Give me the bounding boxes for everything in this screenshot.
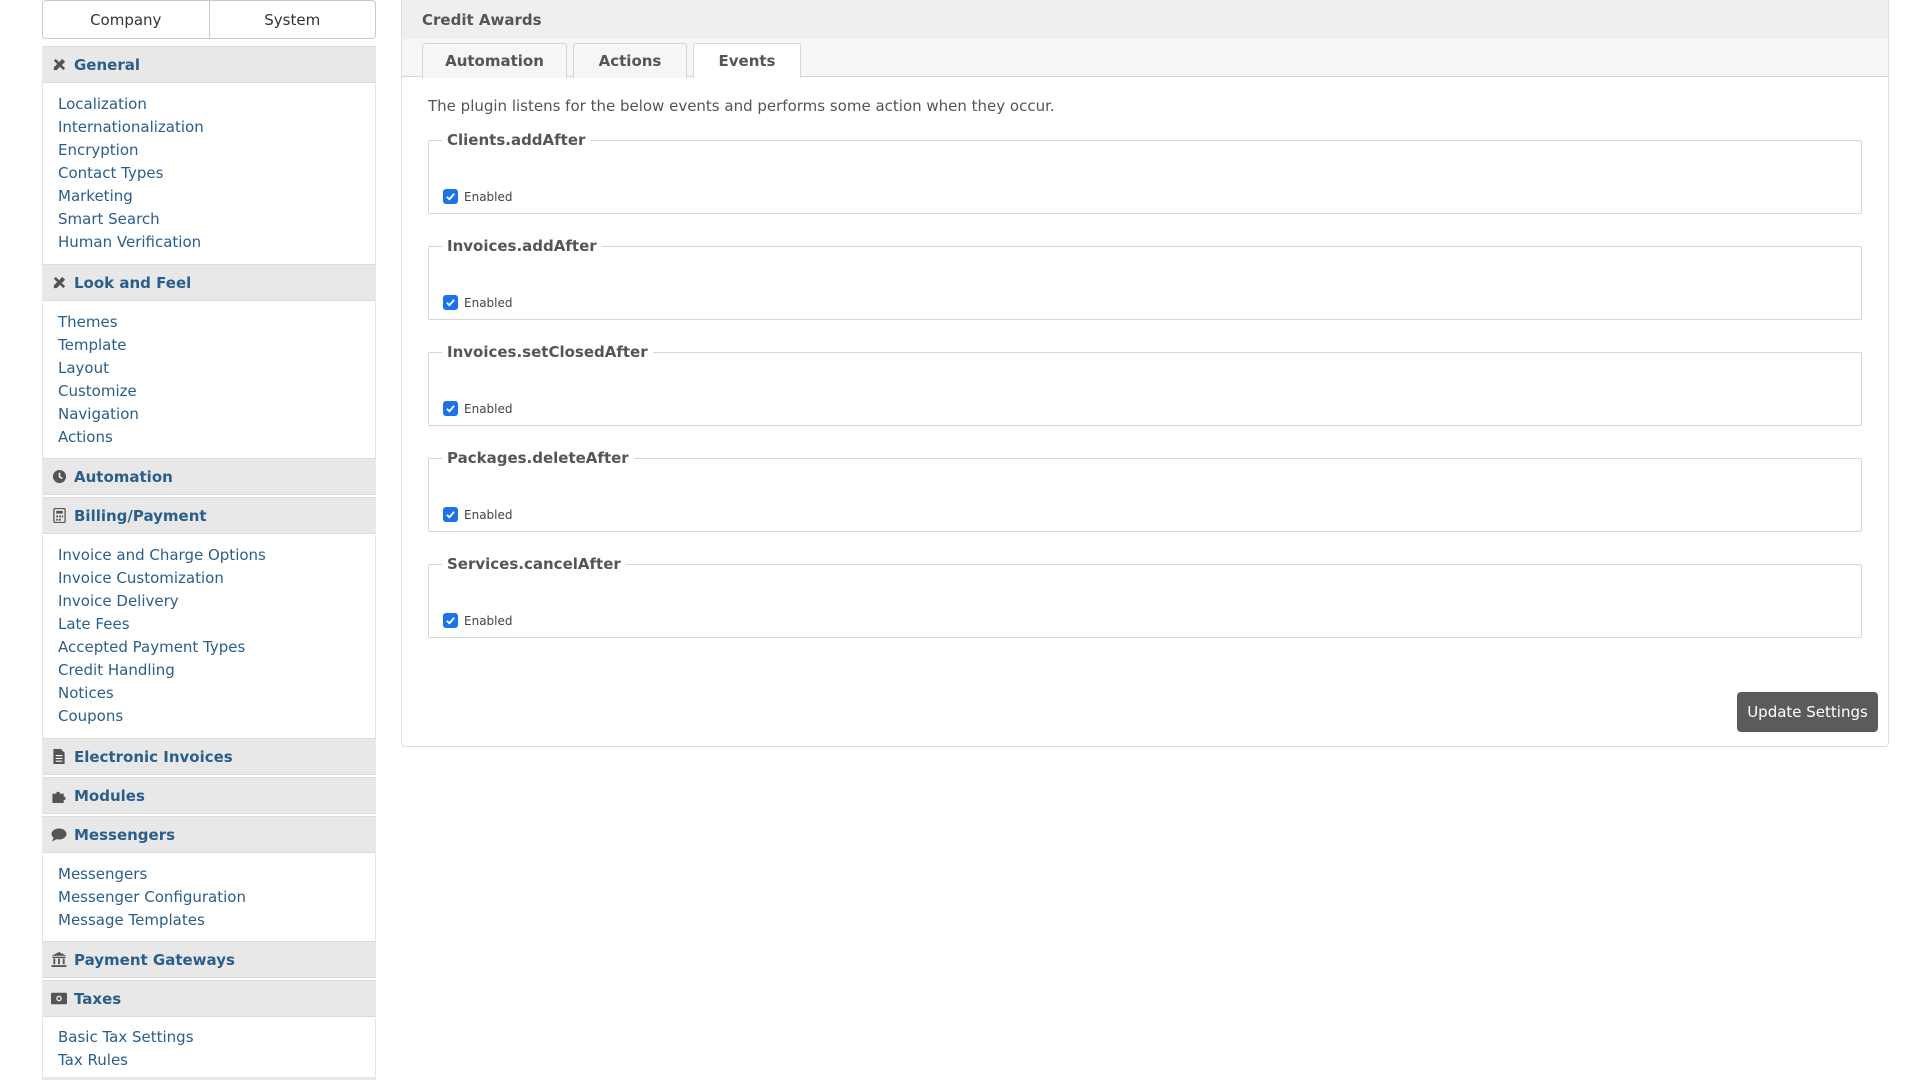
enabled-option: Enabled (443, 189, 513, 204)
enabled-checkbox[interactable] (443, 295, 458, 310)
enabled-checkbox[interactable] (443, 507, 458, 522)
event-name: Invoices.setClosedAfter (447, 343, 648, 361)
enabled-option: Enabled (443, 613, 513, 628)
enabled-option: Enabled (443, 295, 513, 310)
sidebar-link-localization[interactable]: Localization (58, 95, 147, 113)
section-electronic-invoices-title: Electronic Invoices (74, 747, 233, 766)
sidebar-link-messenger-configuration[interactable]: Messenger Configuration (58, 888, 246, 906)
tab-events[interactable]: Events (693, 43, 801, 78)
event-group: Invoices.setClosedAfter Enabled (428, 343, 1862, 426)
event-name: Packages.deleteAfter (447, 449, 629, 467)
section-messengers-title: Messengers (74, 825, 176, 844)
enabled-label: Enabled (464, 401, 513, 416)
sidebar-link-actions[interactable]: Actions (58, 428, 113, 446)
event-name: Services.cancelAfter (447, 555, 621, 573)
enabled-option: Enabled (443, 507, 513, 522)
event-name: Clients.addAfter (447, 131, 586, 149)
section-taxes[interactable]: Taxes (42, 980, 376, 1017)
section-taxes-title: Taxes (74, 989, 122, 1008)
sidebar-link-marketing[interactable]: Marketing (58, 187, 133, 205)
event-group: Invoices.addAfter Enabled (428, 237, 1862, 320)
tab-actions[interactable]: Actions (573, 43, 687, 78)
puzzle-icon (51, 788, 67, 804)
section-general[interactable]: General (42, 46, 376, 83)
section-general-title: General (74, 55, 140, 74)
tab-automation[interactable]: Automation (422, 43, 567, 78)
events-description: The plugin listens for the below events … (428, 97, 1055, 115)
section-look-and-feel[interactable]: Look and Feel (42, 264, 376, 301)
section-messengers[interactable]: Messengers (42, 816, 376, 853)
money-icon (51, 991, 67, 1007)
sidebar-link-invoice-delivery[interactable]: Invoice Delivery (58, 592, 179, 610)
enabled-checkbox[interactable] (443, 189, 458, 204)
event-group: Clients.addAfter Enabled (428, 131, 1862, 214)
tools-icon (51, 275, 67, 291)
section-billing-payment-title: Billing/Payment (74, 506, 207, 525)
panel-title: Credit Awards (422, 10, 542, 29)
section-modules-title: Modules (74, 786, 145, 805)
calculator-icon (51, 508, 67, 524)
enabled-label: Enabled (464, 189, 513, 204)
sidebar-link-customize[interactable]: Customize (58, 382, 137, 400)
tools-icon (51, 57, 67, 73)
event-group: Packages.deleteAfter Enabled (428, 449, 1862, 532)
settings-sidebar: Company System General Localization Inte… (42, 0, 376, 1080)
section-automation[interactable]: Automation (42, 458, 376, 495)
sidebar-link-human-verification[interactable]: Human Verification (58, 233, 201, 251)
chat-icon (51, 827, 67, 843)
sidebar-link-invoice-charge-options[interactable]: Invoice and Charge Options (58, 546, 266, 564)
sidebar-link-themes[interactable]: Themes (58, 313, 118, 331)
document-icon (51, 749, 67, 765)
sidebar-link-template[interactable]: Template (58, 336, 126, 354)
sidebar-link-navigation[interactable]: Navigation (58, 405, 139, 423)
enabled-label: Enabled (464, 295, 513, 310)
enabled-label: Enabled (464, 613, 513, 628)
section-billing-payment[interactable]: Billing/Payment (42, 497, 376, 534)
bank-icon (51, 952, 67, 968)
section-billing-payment-links: Invoice and Charge Options Invoice Custo… (42, 535, 376, 739)
event-group: Services.cancelAfter Enabled (428, 555, 1862, 638)
sidebar-link-invoice-customization[interactable]: Invoice Customization (58, 569, 224, 587)
panel-header: Credit Awards (402, 0, 1888, 39)
sidebar-link-contact-types[interactable]: Contact Types (58, 164, 163, 182)
credit-awards-panel: Credit Awards Automation Actions Events … (401, 0, 1889, 747)
section-taxes-links: Basic Tax Settings Tax Rules (42, 1018, 376, 1077)
sidebar-link-smart-search[interactable]: Smart Search (58, 210, 160, 228)
enabled-option: Enabled (443, 401, 513, 416)
sidebar-link-layout[interactable]: Layout (58, 359, 109, 377)
enabled-checkbox[interactable] (443, 613, 458, 628)
company-system-toggle: Company System (42, 0, 376, 39)
system-toggle-button[interactable]: System (208, 1, 376, 38)
event-name: Invoices.addAfter (447, 237, 597, 255)
section-messengers-links: Messengers Messenger Configuration Messa… (42, 854, 376, 942)
sidebar-link-messengers[interactable]: Messengers (58, 865, 147, 883)
section-automation-title: Automation (74, 467, 173, 486)
clock-icon (51, 469, 67, 485)
section-payment-gateways-title: Payment Gateways (74, 950, 235, 969)
section-general-links: Localization Internationalization Encryp… (42, 84, 376, 265)
sidebar-link-message-templates[interactable]: Message Templates (58, 911, 205, 929)
sidebar-link-tax-rules[interactable]: Tax Rules (58, 1051, 128, 1069)
sidebar-link-late-fees[interactable]: Late Fees (58, 615, 130, 633)
sidebar-link-credit-handling[interactable]: Credit Handling (58, 661, 175, 679)
sidebar-link-accepted-payment-types[interactable]: Accepted Payment Types (58, 638, 245, 656)
section-look-and-feel-links: Themes Template Layout Customize Navigat… (42, 302, 376, 459)
sidebar-link-basic-tax-settings[interactable]: Basic Tax Settings (58, 1028, 194, 1046)
section-payment-gateways[interactable]: Payment Gateways (42, 941, 376, 978)
section-modules[interactable]: Modules (42, 777, 376, 814)
section-look-and-feel-title: Look and Feel (74, 273, 192, 292)
sidebar-link-notices[interactable]: Notices (58, 684, 114, 702)
enabled-label: Enabled (464, 507, 513, 522)
tab-bar: Automation Actions Events (402, 39, 1888, 78)
sidebar-link-internationalization[interactable]: Internationalization (58, 118, 204, 136)
update-settings-button[interactable]: Update Settings (1737, 692, 1878, 732)
enabled-checkbox[interactable] (443, 401, 458, 416)
sidebar-link-encryption[interactable]: Encryption (58, 141, 139, 159)
company-toggle-button[interactable]: Company (43, 1, 209, 38)
sidebar-link-coupons[interactable]: Coupons (58, 707, 123, 725)
section-electronic-invoices[interactable]: Electronic Invoices (42, 738, 376, 775)
